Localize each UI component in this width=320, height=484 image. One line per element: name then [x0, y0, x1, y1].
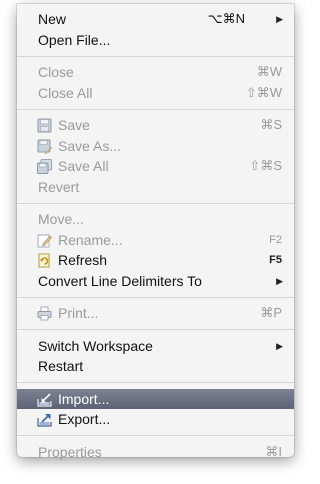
menu-group-new-open: New ⌥⌘N ▶ Open File...	[17, 4, 294, 50]
menu-group-import-export: Import... Export...	[17, 388, 294, 430]
menu-item-label: Move...	[38, 211, 84, 227]
menu-group-workspace: Switch Workspace ▶ Restart	[17, 336, 294, 377]
save-all-icon	[37, 159, 52, 174]
menu-group-print: Print... ⌘P	[17, 303, 294, 324]
menu-item-refresh[interactable]: Refresh F5	[17, 250, 294, 271]
menu-item-import[interactable]: Import...	[17, 388, 294, 409]
menu-item-shortcut: ⌘I	[265, 443, 282, 459]
menu-item-label: Close	[38, 64, 74, 80]
file-menu: New ⌥⌘N ▶ Open File... Close ⌘W Close Al…	[17, 4, 294, 460]
menu-item-rename[interactable]: Rename... F2	[17, 230, 294, 251]
submenu-arrow-icon: ▶	[276, 340, 283, 351]
menu-item-shortcut: ⌘S	[260, 117, 282, 132]
menu-item-new[interactable]: New ⌥⌘N ▶	[17, 9, 294, 30]
menu-item-revert[interactable]: Revert	[17, 177, 294, 198]
menu-item-shortcut: ⌘W	[256, 64, 282, 79]
menu-item-shortcut: F5	[269, 254, 282, 266]
menu-group-close: Close ⌘W Close All ⇧⌘W	[17, 62, 294, 103]
export-icon	[37, 414, 52, 427]
menu-item-label: Convert Line Delimiters To	[38, 272, 202, 289]
menu-separator	[17, 329, 294, 330]
menu-item-shortcut: ⌘P	[260, 305, 282, 320]
menu-group-properties: Properties ⌘I	[17, 442, 294, 463]
import-icon	[37, 392, 52, 407]
floppy-disk-icon	[37, 118, 52, 133]
refresh-icon	[38, 253, 50, 268]
menu-separator	[17, 296, 294, 298]
menu-item-close-all[interactable]: Close All ⇧⌘W	[17, 83, 294, 104]
menu-item-label: New	[38, 11, 67, 27]
menu-item-properties[interactable]: Properties ⌘I	[17, 442, 294, 463]
menu-item-label: Save	[58, 117, 90, 133]
menu-item-shortcut: ⇧⌘S	[249, 158, 282, 173]
menu-item-shortcut: ⇧⌘W	[245, 84, 282, 100]
menu-item-print[interactable]: Print... ⌘P	[17, 303, 294, 324]
menu-item-label: Rename...	[58, 231, 123, 248]
menu-item-save-all[interactable]: Save All ⇧⌘S	[17, 156, 294, 177]
menu-item-switch-workspace[interactable]: Switch Workspace ▶	[17, 336, 294, 357]
menu-item-label: Revert	[38, 178, 80, 195]
menu-item-save-as[interactable]: Save As...	[17, 136, 294, 157]
menu-item-shortcut: ⌥⌘N	[207, 11, 245, 26]
menu-item-label: Save As...	[58, 137, 122, 154]
menu-item-label: Switch Workspace	[38, 337, 153, 354]
menu-item-label: Open File...	[38, 31, 111, 48]
menu-item-label: Export...	[58, 411, 111, 427]
save-as-icon	[37, 139, 52, 154]
menu-item-export[interactable]: Export...	[17, 409, 294, 430]
menu-item-label: Save All	[58, 158, 109, 174]
menu-item-label: Restart	[38, 358, 84, 374]
submenu-arrow-icon: ▶	[276, 14, 283, 24]
menu-item-label: Print...	[58, 305, 99, 321]
menu-item-convert-line-delimiters[interactable]: Convert Line Delimiters To ▶	[17, 271, 294, 292]
menu-item-move[interactable]: Move...	[17, 209, 294, 230]
menu-item-restart[interactable]: Restart	[17, 356, 294, 377]
menu-separator	[17, 435, 294, 436]
menu-group-file-ops: Move... Rename... F2 Refresh F5 Convert …	[17, 209, 294, 291]
menu-item-save[interactable]: Save ⌘S	[17, 115, 294, 136]
menu-separator	[17, 108, 294, 110]
menu-item-label: Properties	[38, 443, 102, 460]
menu-separator	[17, 382, 294, 383]
menu-item-shortcut: F2	[269, 233, 282, 246]
menu-separator	[17, 202, 294, 204]
printer-icon	[37, 306, 52, 321]
submenu-arrow-icon: ▶	[276, 275, 283, 286]
menu-item-open-file[interactable]: Open File...	[17, 30, 294, 51]
menu-item-label: Import...	[58, 390, 110, 407]
menu-group-save: Save ⌘S Save As... Save All ⇧⌘S Revert	[17, 115, 294, 197]
menu-item-label: Close All	[38, 84, 93, 101]
menu-item-label: Refresh	[58, 252, 108, 268]
rename-icon	[37, 234, 52, 247]
menu-separator	[17, 55, 294, 57]
menu-item-close[interactable]: Close ⌘W	[17, 62, 294, 83]
